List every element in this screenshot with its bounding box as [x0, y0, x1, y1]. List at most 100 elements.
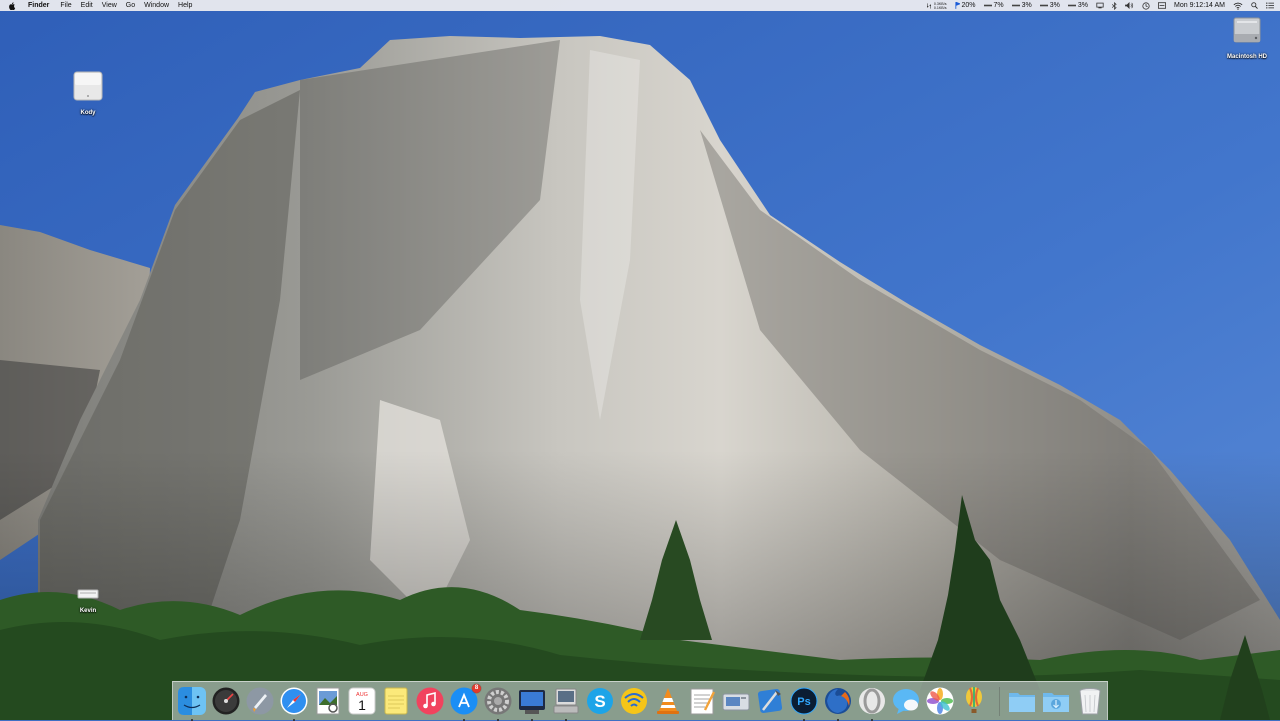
menu-window[interactable]: Window — [144, 0, 169, 11]
search-icon — [1251, 2, 1258, 9]
desktop-icon-macintosh-hd[interactable]: Macintosh HD — [1217, 14, 1277, 60]
spotlight-status[interactable] — [1251, 0, 1258, 11]
volume-icon — [1125, 2, 1134, 9]
xcode-icon — [757, 688, 783, 714]
dock-item-image-capture[interactable] — [721, 686, 751, 716]
dock-item-skype[interactable]: S — [585, 686, 615, 716]
safari-icon — [280, 687, 308, 715]
desktop-icon-kody[interactable]: Kody — [58, 70, 118, 116]
textedit-icon — [690, 688, 716, 715]
downloads-folder-icon — [1043, 693, 1069, 712]
temp-status[interactable]: 3% — [1067, 0, 1088, 11]
desktop-icon-label: Kody — [80, 110, 96, 116]
desktop-icon-kevin[interactable]: Kevin — [58, 586, 118, 614]
trash-icon — [1079, 688, 1101, 715]
dock-item-notes[interactable] — [381, 686, 411, 716]
display-icon — [1096, 2, 1104, 9]
dock-item-photoshop[interactable]: Ps — [789, 686, 819, 721]
dock-item-photos[interactable] — [925, 686, 955, 716]
flag-input-status[interactable] — [1158, 0, 1167, 11]
input-source-icon — [1158, 2, 1167, 9]
wifi-status[interactable] — [1233, 0, 1243, 11]
skype-icon: S — [587, 688, 613, 714]
dock-item-textedit[interactable] — [687, 686, 717, 716]
svg-text:S: S — [594, 692, 605, 711]
menu-file[interactable]: File — [60, 0, 71, 11]
bluetooth-status[interactable] — [1112, 0, 1117, 11]
itunes-icon — [416, 687, 444, 715]
menu-app-name[interactable]: Finder — [28, 0, 49, 11]
dock-item-xcode[interactable] — [755, 686, 785, 716]
time-machine-status[interactable] — [1142, 0, 1150, 11]
dock-item-wifi-explorer[interactable] — [619, 686, 649, 716]
dock-separator — [999, 687, 1000, 716]
battery-status[interactable]: 20% — [954, 0, 976, 11]
image-capture-icon — [722, 693, 750, 711]
net-down-rate: 0.1KB/s — [933, 5, 947, 10]
messages-icon — [893, 689, 919, 714]
dock-item-calendar[interactable]: AUG 1 — [347, 686, 377, 716]
calendar-day: 1 — [358, 697, 366, 713]
display-status[interactable] — [1096, 0, 1104, 11]
dock-item-quicktime[interactable] — [517, 686, 547, 721]
preview-icon — [316, 687, 340, 715]
photoshop-icon: Ps — [790, 687, 818, 715]
dock-item-trash[interactable] — [1075, 686, 1105, 716]
time-machine-icon — [1142, 1, 1150, 10]
calendar-icon: AUG 1 — [348, 687, 376, 715]
gear-icon — [484, 687, 512, 715]
dock-item-dashboard[interactable] — [211, 686, 241, 716]
menu-bar: Finder File Edit View Go Window Help 0.3… — [0, 0, 1280, 11]
dock-item-itunes[interactable] — [415, 686, 445, 716]
hard-drive-icon — [1233, 17, 1261, 43]
desktop-icon-label: Macintosh HD — [1226, 54, 1267, 60]
dock-item-system-preferences[interactable] — [483, 686, 513, 721]
disk-status[interactable]: 3% — [1039, 0, 1060, 11]
disk-utility-icon — [553, 688, 579, 714]
network-status[interactable]: 0.3KB/s 0.1KB/s — [926, 0, 947, 11]
dock-item-preview[interactable] — [313, 686, 343, 716]
apple-menu-icon[interactable] — [9, 1, 19, 11]
list-icon — [1266, 2, 1274, 9]
clock[interactable]: Mon 9:12:14 AM — [1174, 0, 1225, 11]
cpu-bar-icon — [983, 4, 992, 7]
menu-view[interactable]: View — [102, 0, 117, 11]
dock-item-opera[interactable] — [857, 686, 887, 721]
dock-item-applications-folder[interactable] — [1007, 686, 1037, 716]
dock-item-safari[interactable] — [279, 686, 309, 721]
dock-item-maps[interactable] — [959, 686, 989, 716]
dock-item-finder[interactable] — [177, 686, 207, 721]
quicktime-icon — [519, 690, 545, 714]
notification-center[interactable] — [1266, 0, 1274, 11]
cpu-percent: 7% — [993, 2, 1004, 9]
arrows-updown-icon — [926, 2, 931, 9]
cpu-status[interactable]: 7% — [983, 0, 1004, 11]
notes-icon — [384, 687, 408, 715]
firefox-icon — [825, 688, 851, 714]
disk-bar-icon — [1039, 4, 1048, 7]
memory-percent: 3% — [1021, 2, 1032, 9]
desktop-wallpaper — [0, 0, 1280, 720]
wifi-explorer-icon — [621, 688, 647, 714]
desktop-icon-label: Kevin — [79, 608, 97, 614]
dock-item-disk-utility[interactable] — [551, 686, 581, 721]
menu-help[interactable]: Help — [178, 0, 192, 11]
memory-status[interactable]: 3% — [1011, 0, 1032, 11]
volume-status[interactable] — [1125, 0, 1134, 11]
server-drive-icon — [73, 71, 103, 101]
bluetooth-icon — [1112, 1, 1117, 10]
status-area: 0.3KB/s 0.1KB/s 20% 7% 3% 3% 3% Mon 9:12… — [919, 0, 1280, 11]
dock-item-messages[interactable] — [891, 686, 921, 716]
wifi-icon — [1233, 2, 1243, 10]
menu-go[interactable]: Go — [126, 0, 135, 11]
dock-item-app-store[interactable]: 8 — [449, 684, 481, 721]
dock-item-downloads-folder[interactable] — [1041, 686, 1071, 716]
flag-icon — [954, 2, 960, 9]
launchpad-icon — [246, 687, 274, 715]
dock-item-firefox[interactable] — [823, 686, 853, 721]
dock-item-launchpad[interactable] — [245, 686, 275, 716]
folder-icon — [1009, 693, 1035, 712]
menu-edit[interactable]: Edit — [81, 0, 93, 11]
finder-icon — [178, 687, 206, 715]
dock-item-vlc[interactable] — [653, 686, 683, 716]
